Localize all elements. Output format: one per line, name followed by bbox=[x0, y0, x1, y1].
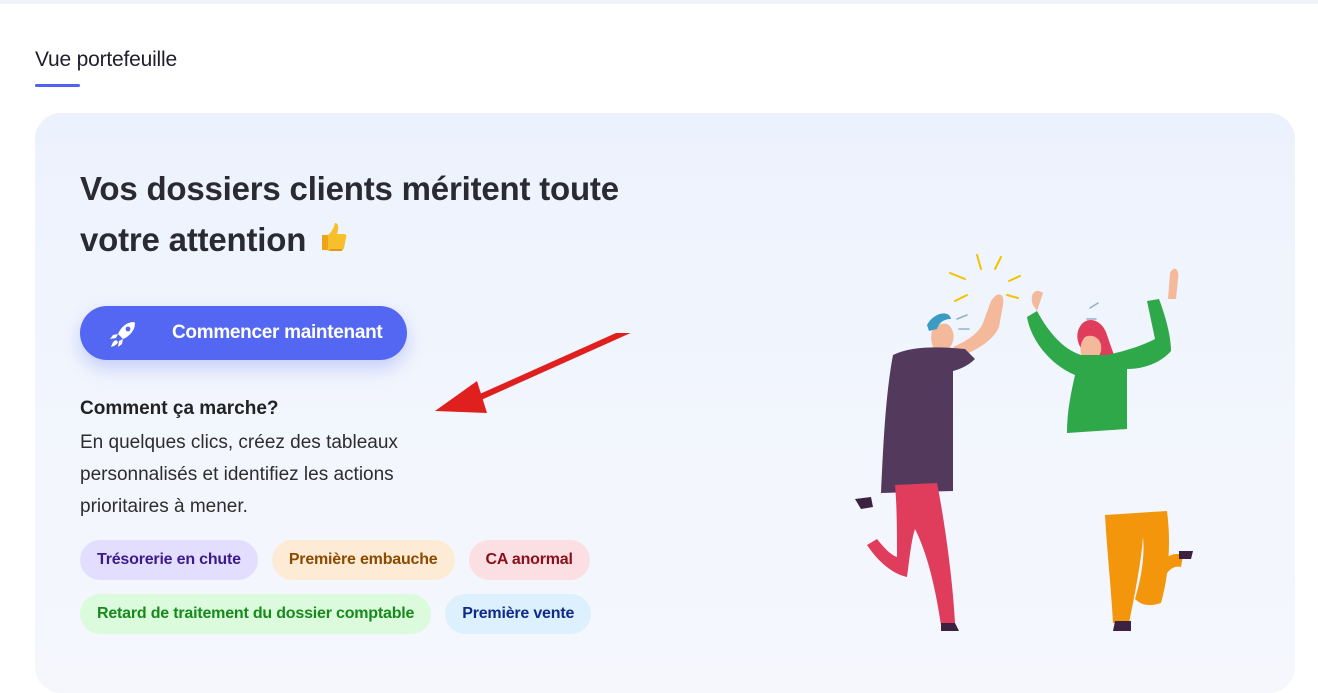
start-now-label: Commencer maintenant bbox=[172, 322, 383, 343]
high-five-illustration bbox=[855, 254, 1193, 631]
tag-row: Trésorerie en chute Première embauche CA… bbox=[80, 540, 600, 580]
red-arrow-annotation bbox=[435, 333, 631, 413]
tag-list: Trésorerie en chute Première embauche CA… bbox=[80, 540, 600, 648]
tag-premiere-embauche[interactable]: Première embauche bbox=[271, 540, 455, 580]
tag-premiere-vente[interactable]: Première vente bbox=[445, 594, 592, 634]
tab-bar: Vue portefeuille bbox=[35, 48, 177, 87]
tag-ca-anormal[interactable]: CA anormal bbox=[468, 540, 590, 580]
tag-tresorerie-en-chute[interactable]: Trésorerie en chute bbox=[80, 540, 258, 580]
tag-retard-traitement[interactable]: Retard de traitement du dossier comptabl… bbox=[80, 594, 432, 634]
start-now-button[interactable]: Commencer maintenant bbox=[80, 306, 407, 360]
how-it-works-body: En quelques clics, créez des tableaux pe… bbox=[80, 432, 398, 517]
headline: Vos dossiers clients méritent toute votr… bbox=[80, 163, 640, 268]
how-it-works-title: Comment ça marche? bbox=[80, 398, 279, 419]
onboarding-card: Vos dossiers clients méritent toute votr… bbox=[35, 113, 1295, 693]
thumbs-up-icon bbox=[316, 217, 350, 268]
top-divider bbox=[0, 0, 1318, 4]
tag-row: Retard de traitement du dossier comptabl… bbox=[80, 594, 600, 634]
tab-vue-portefeuille[interactable]: Vue portefeuille bbox=[35, 48, 177, 87]
rocket-icon bbox=[110, 322, 135, 347]
